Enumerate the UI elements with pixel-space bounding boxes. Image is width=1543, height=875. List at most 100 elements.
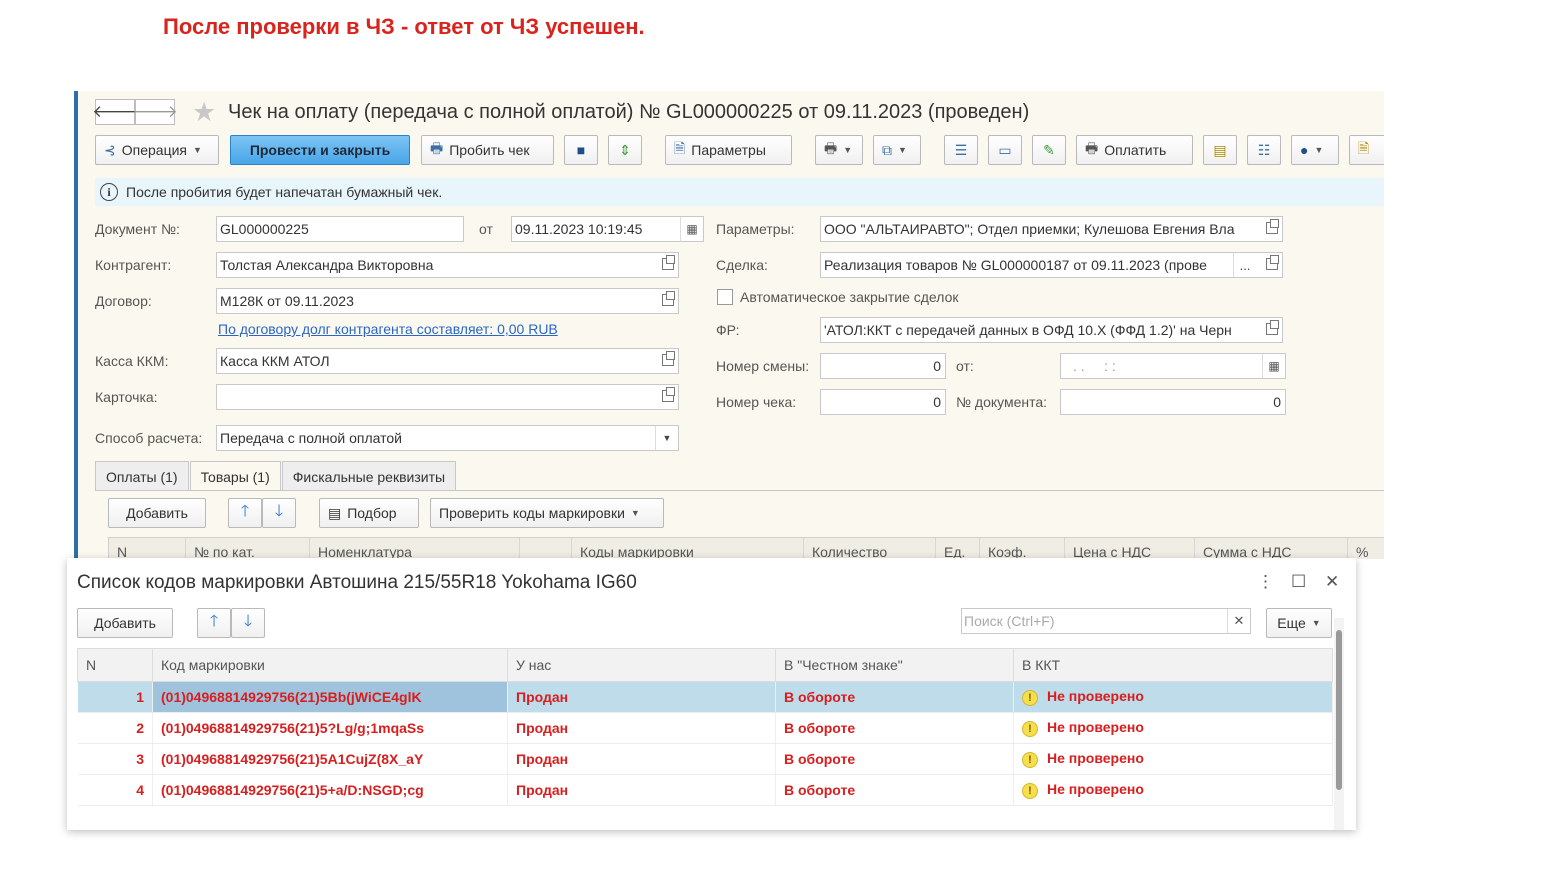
table-row[interactable]: 3 (01)04968814929756(21)5A1CujZ(8X_aY Пр… [77,743,1333,775]
more-actions-button[interactable]: ● ▼ [1291,135,1339,165]
doc-number-field[interactable]: GL000000225 [216,216,464,242]
col-spacer [520,538,572,559]
modal-move-down-button[interactable]: 🡓 [231,608,265,638]
chevron-down-icon[interactable]: ▼ [655,426,678,450]
col-n[interactable]: N [77,648,153,682]
open-form-icon[interactable] [662,387,675,402]
goods-add-button[interactable]: Добавить [108,498,206,528]
scrollbar-thumb[interactable] [1336,630,1342,790]
shift-number-field[interactable]: 0 [820,353,946,379]
table-row[interactable]: 1 (01)04968814929756(21)5Bb(jWiCE4glK Пр… [77,681,1333,713]
table-row[interactable]: 2 (01)04968814929756(21)5?Lg/g;1mqaSs Пр… [77,712,1333,744]
edit-button[interactable]: ✎ [1032,135,1066,165]
col-n[interactable]: N [109,538,186,559]
params-field[interactable]: ООО "АЛЬТАИРАВТО"; Отдел приемки; Кулешо… [820,216,1283,242]
shift-date-field[interactable]: . . : : ▦ [1060,353,1286,379]
tab-payments[interactable]: Оплаты (1) [95,461,189,491]
marking-codes-table: N Код маркировки У нас В "Честном знаке"… [77,648,1333,806]
col-coef[interactable]: Коэф. [980,538,1065,559]
kkt-status: Не проверено [1047,750,1144,767]
deal-field[interactable]: Реализация товаров № GL000000187 от 09.1… [820,252,1283,278]
forward-button[interactable]: 🡒 [132,99,178,125]
calendar-icon[interactable]: ▦ [1262,354,1285,378]
table-row[interactable]: 4 (01)04968814929756(21)5+a/D:NSGD;cg Пр… [77,774,1333,806]
col-marking-code[interactable]: Код маркировки [152,648,508,682]
doc-date-field[interactable]: 09.11.2023 10:19:45 ▦ [511,216,704,242]
select-button[interactable]: ... [1233,253,1256,277]
post-button[interactable]: ⇕ [608,135,642,165]
modal-add-button[interactable]: Добавить [77,608,173,638]
terminal-icon: 🖶 [1085,140,1099,156]
move-down-button[interactable]: 🡓 [262,498,296,528]
calendar-icon[interactable]: ▦ [680,217,703,241]
close-icon[interactable]: ✕ [1325,572,1339,592]
col-honest-sign[interactable]: В "Честном знаке" [775,648,1014,682]
open-form-icon[interactable] [1266,219,1279,234]
kkt-status: Не проверено [1047,719,1144,736]
structure-button[interactable]: ☷ [1247,135,1281,165]
open-form-icon[interactable] [662,351,675,366]
open-form-icon[interactable] [1266,320,1279,335]
col-ours[interactable]: У нас [507,648,776,682]
maximize-icon[interactable]: ☐ [1291,572,1306,592]
pick-button[interactable]: ▤ Подбор [319,498,419,528]
col-percent[interactable]: % [1348,538,1378,559]
move-up-button[interactable]: 🡑 [228,498,262,528]
more-button[interactable]: Еще ▼ [1266,608,1332,638]
auto-close-checkbox[interactable] [717,289,733,305]
col-sum[interactable]: Сумма с НДС [1195,538,1348,559]
kkm-button[interactable]: ▭ [988,135,1022,165]
honest-sign-status: В обороте [775,712,1014,744]
document-title: Чек на оплату (передача с полной оплатой… [228,101,1030,123]
document-number-label: № документа: [956,394,1048,410]
tab-goods[interactable]: Товары (1) [189,461,281,491]
payment-method-select[interactable]: Передача с полной оплатой ▼ [216,425,679,451]
print-receipt-button[interactable]: 🖶 Пробить чек [421,135,554,165]
col-quantity[interactable]: Количество [804,538,936,559]
contract-debt-link[interactable]: По договору долг контрагента составляет:… [218,321,558,337]
open-form-icon[interactable] [662,291,675,306]
open-form-icon[interactable] [662,255,675,270]
print-menu-button[interactable]: 🖶 ▼ [815,135,863,165]
col-cat-no[interactable]: № по кат. [186,538,310,559]
date-from-label: от [479,221,493,237]
post-and-close-button[interactable]: Провести и закрыть [230,135,410,165]
parameters-label: Параметры [691,142,766,158]
col-price[interactable]: Цена с НДС [1065,538,1195,559]
cash-register-label: Касса ККМ: [95,353,169,369]
document-number-field[interactable]: 0 [1060,389,1286,415]
fr-field[interactable]: 'АТОЛ:ККТ с передачей данных в ОФД 10.X … [820,317,1283,343]
more-menu-icon[interactable]: ⋮ [1257,572,1274,592]
save-icon: ■ [576,142,586,158]
col-unit[interactable]: Ед. [936,538,980,559]
modal-move-up-button[interactable]: 🡑 [197,608,231,638]
list-button[interactable]: ☰ [944,135,978,165]
col-kkt[interactable]: В ККТ [1013,648,1333,682]
counterparty-field[interactable]: Толстая Александра Викторовна [216,252,679,278]
back-button[interactable]: 🡐 [92,99,138,125]
shift-date-label: от: [956,358,974,374]
parameters-button[interactable]: 🗎 Параметры [665,135,792,165]
save-button[interactable]: ■ [564,135,598,165]
card-field[interactable] [216,384,679,410]
pay-button[interactable]: 🖶 Оплатить [1076,135,1193,165]
contract-field[interactable]: М128К от 09.11.2023 [216,288,679,314]
page-caption: После проверки в ЧЗ - ответ от ЧЗ успеше… [163,14,645,39]
col-nomenclature[interactable]: Номенклатура [310,538,520,559]
favorite-star-icon[interactable]: ★ [192,97,216,128]
attachments-button[interactable]: 🗎 [1349,135,1384,165]
clear-search-icon[interactable]: ✕ [1227,609,1250,633]
warning-icon: ! [1022,751,1038,768]
arrow-up-icon: 🡑 [240,502,250,520]
create-based-button[interactable]: ⧉ ▼ [873,135,921,165]
open-form-icon[interactable] [1266,255,1279,270]
col-marking-codes[interactable]: Коды маркировки [572,538,804,559]
tab-fiscal[interactable]: Фискальные реквизиты [281,461,457,491]
report-button[interactable]: ▤ [1203,135,1237,165]
check-number-field[interactable]: 0 [820,389,946,415]
search-input[interactable]: Поиск (Ctrl+F) ✕ [961,608,1251,634]
operation-button[interactable]: ⊰ Операция ▼ [95,135,219,165]
kkt-status-cell: ! Не проверено [1013,681,1333,713]
cash-register-field[interactable]: Касса ККМ АТОЛ [216,348,679,374]
check-marking-codes-button[interactable]: Проверить коды маркировки ▼ [430,498,664,528]
